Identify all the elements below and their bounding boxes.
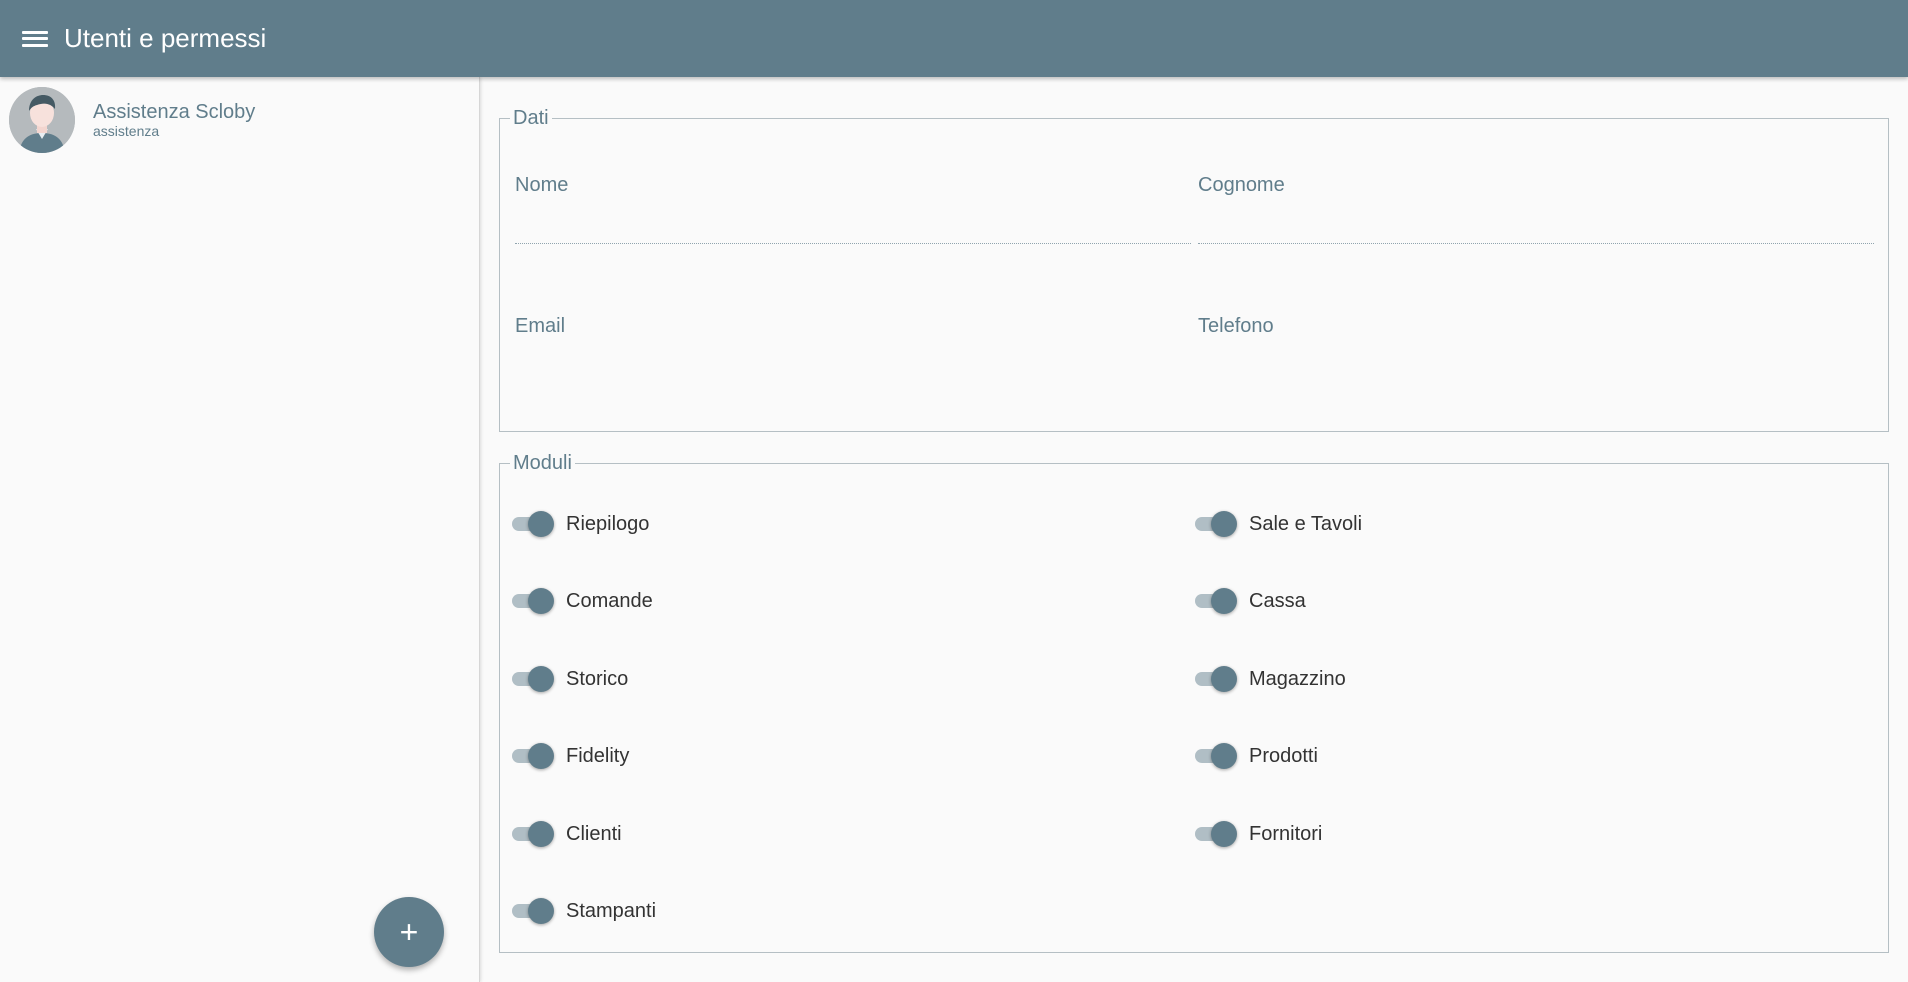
nome-label: Nome [515, 174, 569, 196]
toggle-switch[interactable] [1195, 741, 1239, 771]
nome-field-group: Nome [515, 174, 1191, 244]
toggle-stampanti[interactable]: Stampanti [512, 896, 656, 926]
user-list-item[interactable]: Assistenza Scloby assistenza [0, 77, 479, 163]
toggle-label: Cassa [1249, 589, 1306, 612]
user-name: Assistenza Scloby [93, 101, 256, 123]
add-user-button[interactable]: + [374, 897, 444, 967]
cognome-field[interactable] [1198, 214, 1874, 244]
toggle-switch[interactable] [512, 741, 556, 771]
toggle-label: Fornitori [1249, 822, 1323, 845]
user-avatar-icon [9, 87, 75, 153]
toggle-sale-e-tavoli[interactable]: Sale e Tavoli [1195, 509, 1362, 539]
toggle-switch[interactable] [1195, 586, 1239, 616]
dati-legend: Dati [513, 107, 549, 129]
toggle-fornitori[interactable]: Fornitori [1195, 819, 1322, 849]
toggle-label: Sale e Tavoli [1249, 512, 1363, 535]
toggle-label: Magazzino [1249, 667, 1346, 690]
cognome-field-group: Cognome [1198, 174, 1874, 244]
nome-field[interactable] [515, 214, 1191, 244]
menu-icon[interactable] [22, 29, 48, 49]
toggle-switch[interactable] [512, 586, 556, 616]
email-field[interactable] [515, 355, 1191, 385]
toggle-switch[interactable] [512, 664, 556, 694]
dati-section: Dati Nome Cognome Email Telefono [499, 107, 1889, 432]
toggle-label: Storico [566, 667, 629, 690]
toggle-label: Comande [566, 589, 653, 612]
toggle-label: Prodotti [1249, 744, 1318, 767]
telefono-label: Telefono [1198, 315, 1274, 337]
toggle-comande[interactable]: Comande [512, 586, 653, 616]
toggle-label: Stampanti [566, 899, 657, 922]
user-username: assistenza [93, 123, 160, 139]
toggle-switch[interactable] [1195, 509, 1239, 539]
plus-icon: + [399, 914, 419, 950]
telefono-field-group: Telefono [1198, 315, 1874, 385]
app-toolbar: Utenti e permessi [0, 0, 1908, 77]
user-detail-panel: Dati Nome Cognome Email Telefono Moduli … [481, 77, 1908, 982]
toggle-switch[interactable] [1195, 664, 1239, 694]
toggle-prodotti[interactable]: Prodotti [1195, 741, 1318, 771]
moduli-section: Moduli Riepilogo Sale e Tavoli Comande C… [499, 452, 1889, 953]
email-label: Email [515, 315, 566, 337]
toggle-switch[interactable] [512, 819, 556, 849]
page-title: Utenti e permessi [64, 23, 267, 53]
toggle-switch[interactable] [512, 896, 556, 926]
toggle-clienti[interactable]: Clienti [512, 819, 622, 849]
toggle-switch[interactable] [1195, 819, 1239, 849]
toggle-storico[interactable]: Storico [512, 664, 628, 694]
toggle-magazzino[interactable]: Magazzino [1195, 664, 1346, 694]
toggle-switch[interactable] [512, 509, 556, 539]
toggle-label: Clienti [566, 822, 622, 845]
users-sidebar: Assistenza Scloby assistenza + [0, 77, 480, 982]
toggle-label: Fidelity [566, 744, 630, 767]
toggle-label: Riepilogo [566, 512, 650, 535]
telefono-field[interactable] [1198, 355, 1874, 385]
toggle-cassa[interactable]: Cassa [1195, 586, 1306, 616]
moduli-legend: Moduli [513, 452, 572, 474]
toggle-riepilogo[interactable]: Riepilogo [512, 509, 649, 539]
toggle-fidelity[interactable]: Fidelity [512, 741, 629, 771]
cognome-label: Cognome [1198, 174, 1285, 196]
email-field-group: Email [515, 315, 1191, 385]
